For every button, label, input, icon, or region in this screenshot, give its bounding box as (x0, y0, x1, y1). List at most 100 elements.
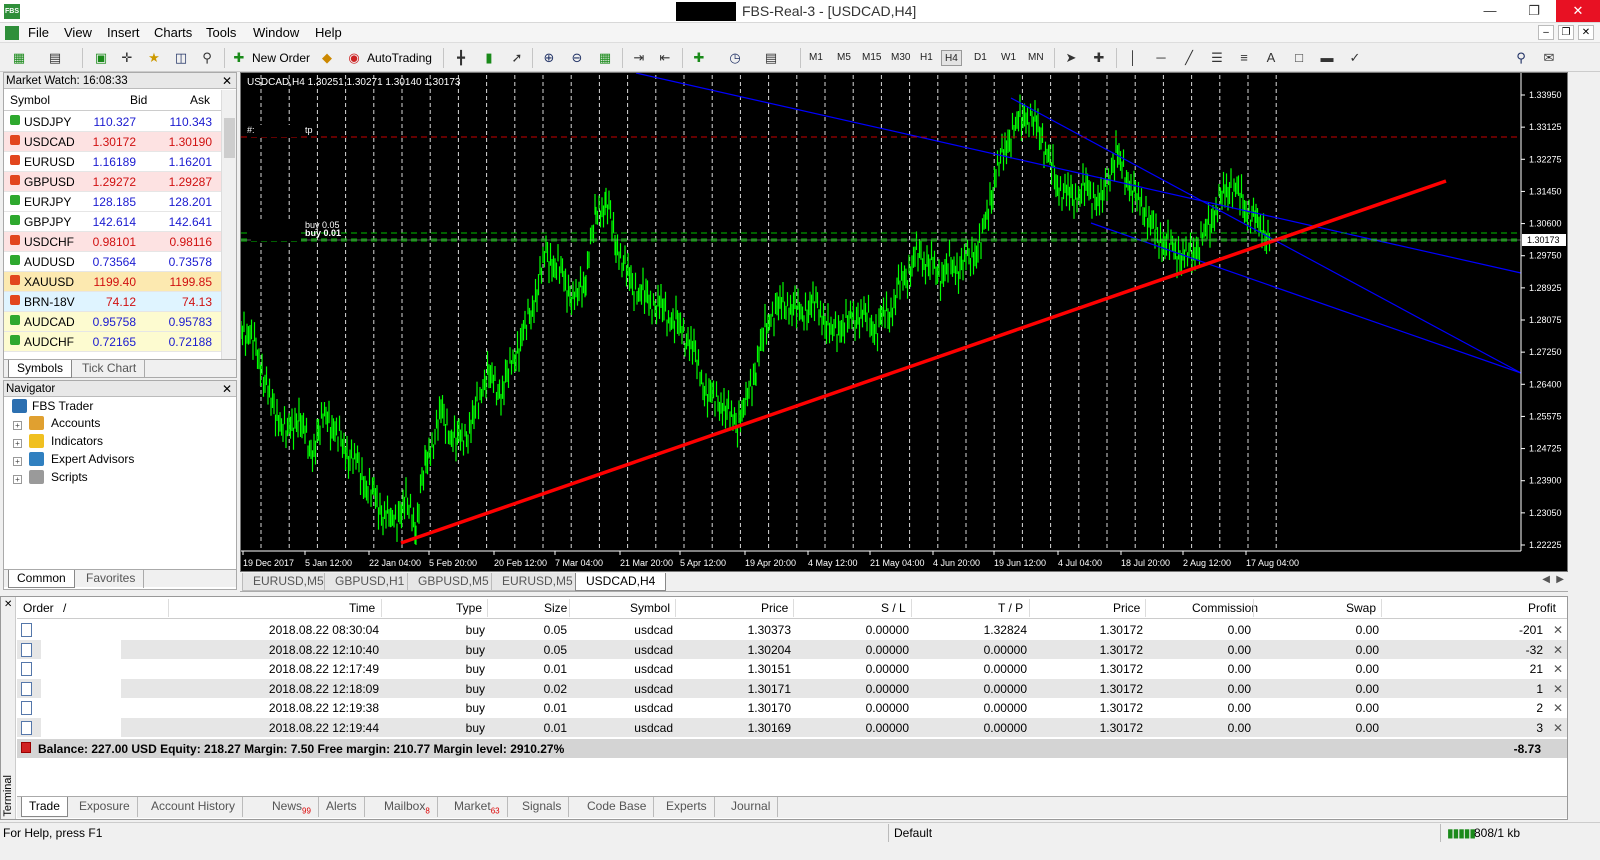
market-watch-row[interactable]: AUDUSD 0.73564 0.73578 (4, 252, 222, 272)
close-icon[interactable]: ✕ (222, 381, 232, 397)
tab-account-history[interactable]: Account History (144, 797, 244, 817)
tf-h1[interactable]: H1 (917, 50, 936, 66)
close-order-icon[interactable]: ✕ (1553, 623, 1563, 637)
tab-tick-chart[interactable]: Tick Chart (74, 360, 146, 378)
chart-canvas[interactable]: 1.33950 1.33125 1.32275 1.31450 1.30600 1.297… (241, 73, 1567, 571)
tab-gbpusd-h1[interactable]: GBPUSD,H1 (324, 573, 416, 591)
fibonacci-icon[interactable]: ≡ (1235, 49, 1253, 67)
tf-m30[interactable]: M30 (888, 50, 913, 66)
text-label-icon[interactable]: □ (1290, 49, 1308, 67)
nav-accounts[interactable]: Accounts (51, 415, 100, 432)
bar-chart-icon[interactable]: ╋ (452, 49, 470, 67)
col-time[interactable]: Time (349, 601, 375, 615)
menu-insert[interactable]: Insert (107, 25, 140, 40)
search-icon[interactable]: ⚲ (1512, 49, 1530, 67)
tester-icon[interactable]: ⚲ (198, 49, 216, 67)
shapes-icon[interactable]: ✓ (1346, 49, 1364, 67)
table-row[interactable]: 2018.08.22 12:19:38 buy 0.01 usdcad 1.30170 0… (17, 698, 1567, 718)
tab-journal[interactable]: Journal (724, 797, 779, 817)
col-ask[interactable]: Ask (190, 93, 210, 107)
profiles-icon[interactable]: ▤ (46, 49, 64, 67)
tab-exposure[interactable]: Exposure (72, 797, 138, 817)
tabs-left-icon[interactable]: ◀ (1542, 574, 1550, 585)
col-tp[interactable]: T / P (998, 601, 1023, 615)
mdi-restore-icon[interactable]: ❐ (1558, 25, 1574, 40)
close-order-icon[interactable]: ✕ (1553, 662, 1563, 676)
col-profit[interactable]: Profit (1528, 601, 1556, 615)
tab-eurusd-m5-2[interactable]: EURUSD,M5 (491, 573, 584, 591)
expand-icon[interactable]: + (13, 439, 22, 448)
line-chart-icon[interactable]: ➚ (508, 49, 526, 67)
col-symbol[interactable]: Symbol (10, 93, 50, 107)
market-watch-icon[interactable]: ▣ (92, 49, 110, 67)
zoom-out-icon[interactable]: ⊖ (568, 49, 586, 67)
col-commission[interactable]: Commission (1192, 601, 1258, 615)
data-window-icon[interactable]: ✛ (118, 49, 136, 67)
tab-market[interactable]: Market63 (447, 797, 508, 817)
expand-icon[interactable]: + (13, 457, 22, 466)
document-icon[interactable] (5, 26, 19, 40)
menu-file[interactable]: File (28, 25, 49, 40)
terminal-icon[interactable]: ◫ (172, 49, 190, 67)
tab-trade[interactable]: Trade (21, 797, 68, 817)
chart-shift-icon[interactable]: ⇤ (656, 49, 674, 67)
col-type[interactable]: Type (456, 601, 482, 615)
trendline-icon[interactable]: ╱ (1180, 49, 1198, 67)
tab-usdcad-h4[interactable]: USDCAD,H4 (575, 573, 667, 591)
tf-w1[interactable]: W1 (998, 50, 1019, 66)
tf-m15[interactable]: M15 (859, 50, 884, 66)
new-order-icon[interactable]: ✚ (230, 49, 248, 67)
close-icon[interactable]: ✕ (4, 599, 12, 610)
metaeditor-icon[interactable]: ◆ (318, 49, 336, 67)
col-sl[interactable]: S / L (881, 601, 906, 615)
col-order[interactable]: Order (23, 601, 54, 615)
table-row[interactable]: 2018.08.22 12:10:40 buy 0.05 usdcad 1.30204 0… (17, 639, 1567, 659)
nav-root[interactable]: FBS Trader (32, 398, 93, 415)
close-order-icon[interactable]: ✕ (1553, 643, 1563, 657)
auto-scroll-icon[interactable]: ⇥ (630, 49, 648, 67)
vertical-line-icon[interactable]: │ (1124, 49, 1142, 67)
chat-icon[interactable]: ✉ (1540, 49, 1558, 67)
mdi-minimize-icon[interactable]: – (1538, 25, 1554, 40)
menu-tools[interactable]: Tools (206, 25, 236, 40)
tab-alerts[interactable]: Alerts (319, 797, 365, 817)
tabs-right-icon[interactable]: ▶ (1556, 574, 1564, 585)
market-watch-row[interactable]: USDCAD 1.30172 1.30190 (4, 132, 222, 152)
col-price[interactable]: Price (761, 601, 788, 615)
tab-favorites[interactable]: Favorites (78, 570, 145, 588)
col-size[interactable]: Size (544, 601, 567, 615)
nav-scripts[interactable]: Scripts (51, 469, 88, 486)
market-watch-row[interactable]: EURJPY 128.185 128.201 (4, 192, 222, 212)
nav-indicators[interactable]: Indicators (51, 433, 103, 450)
tf-m1[interactable]: M1 (806, 50, 826, 66)
market-watch-row[interactable]: USDCHF 0.98101 0.98116 (4, 232, 222, 252)
close-order-icon[interactable]: ✕ (1553, 682, 1563, 696)
tab-experts[interactable]: Experts (659, 797, 715, 817)
crosshair-icon[interactable]: ✚ (1090, 49, 1108, 67)
col-bid[interactable]: Bid (130, 93, 147, 107)
zoom-in-icon[interactable]: ⊕ (540, 49, 558, 67)
close-icon[interactable]: ✕ (1556, 0, 1600, 22)
new-chart-icon[interactable]: ▦ (10, 49, 28, 67)
templates-icon[interactable]: ▤ (762, 49, 780, 67)
market-watch-scrollbar[interactable] (221, 90, 236, 360)
menu-help[interactable]: Help (315, 25, 342, 40)
table-row[interactable]: 2018.08.22 12:18:09 buy 0.02 usdcad 1.30171 0… (17, 678, 1567, 698)
tab-code-base[interactable]: Code Base (580, 797, 655, 817)
tf-mn[interactable]: MN (1025, 50, 1047, 66)
col-current-price[interactable]: Price (1113, 601, 1140, 615)
market-watch-row[interactable]: GBPJPY 142.614 142.641 (4, 212, 222, 232)
restore-icon[interactable]: ❐ (1512, 0, 1556, 22)
candlestick-icon[interactable]: ▮ (480, 49, 498, 67)
market-watch-row[interactable]: AUDCAD 0.95758 0.95783 (4, 312, 222, 332)
periods-icon[interactable]: ◷ (726, 49, 744, 67)
channel-icon[interactable]: ☰ (1208, 49, 1226, 67)
menu-window[interactable]: Window (253, 25, 299, 40)
tab-signals[interactable]: Signals (515, 797, 570, 817)
table-row[interactable]: 2018.08.22 12:17:49 buy 0.01 usdcad 1.30151 0… (17, 659, 1567, 679)
tf-m5[interactable]: M5 (834, 50, 854, 66)
navigator-icon[interactable]: ★ (145, 49, 163, 67)
close-order-icon[interactable]: ✕ (1553, 721, 1563, 735)
tab-mailbox[interactable]: Mailbox8 (377, 797, 438, 817)
market-watch-row[interactable]: USDJPY 110.327 110.343 (4, 112, 222, 132)
